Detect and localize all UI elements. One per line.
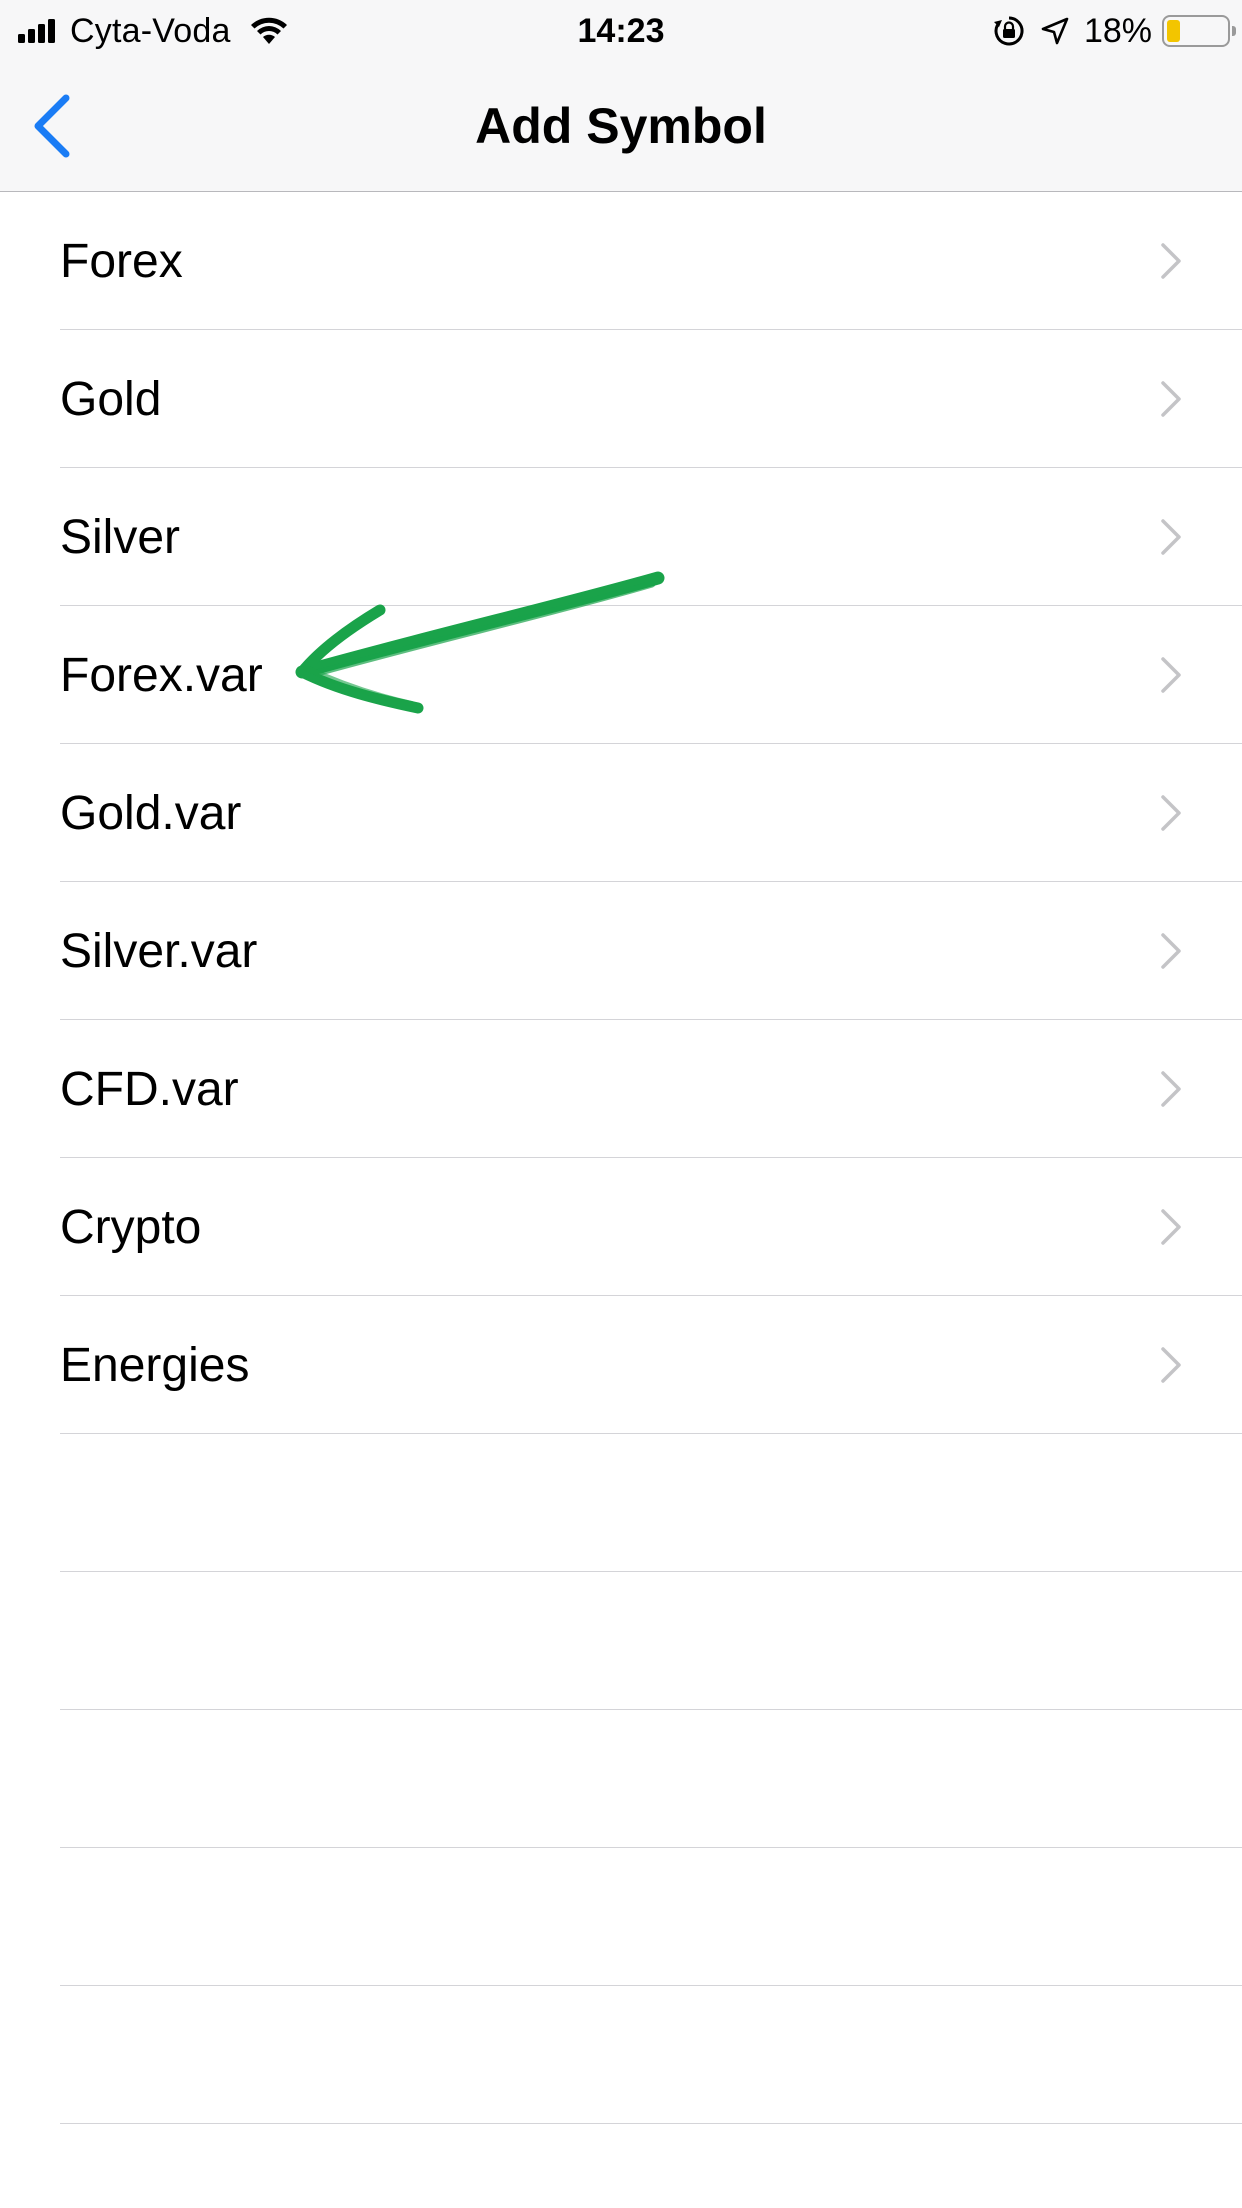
list-item-forex-var[interactable]: Forex.var [0, 606, 1242, 744]
screen: Cyta-Voda 14:23 18% Add Symbol Forex Gol… [0, 0, 1242, 2208]
location-arrow-icon [1041, 17, 1069, 45]
chevron-right-icon [1161, 933, 1181, 969]
list-item-label: Gold [60, 372, 162, 426]
status-bar: Cyta-Voda 14:23 18% [0, 0, 1242, 62]
chevron-right-icon [1161, 1209, 1181, 1245]
battery-percent: 18% [1083, 11, 1152, 50]
row-separator [60, 2122, 1242, 2124]
chevron-right-icon [1161, 1347, 1181, 1383]
list-item-label: Forex.var [60, 648, 263, 702]
symbol-group-list: Forex Gold Silver Forex.var Gold.var Sil… [0, 192, 1242, 2124]
chevron-right-icon [1161, 657, 1181, 693]
status-right: 18% [992, 0, 1236, 62]
empty-row [0, 1710, 1242, 1848]
list-item-label: Silver [60, 510, 181, 564]
battery-cap [1232, 26, 1236, 36]
empty-row [0, 1986, 1242, 2124]
list-item-silver-var[interactable]: Silver.var [0, 882, 1242, 1020]
empty-row [0, 1434, 1242, 1572]
list-item-label: CFD.var [60, 1062, 239, 1116]
battery-fill [1167, 20, 1180, 42]
chevron-right-icon [1161, 381, 1181, 417]
chevron-right-icon [1161, 243, 1181, 279]
empty-row [0, 1572, 1242, 1710]
list-item-gold[interactable]: Gold [0, 330, 1242, 468]
list-item-silver[interactable]: Silver [0, 468, 1242, 606]
list-item-forex[interactable]: Forex [0, 192, 1242, 330]
list-item-energies[interactable]: Energies [0, 1296, 1242, 1434]
orientation-lock-icon [993, 16, 1024, 46]
list-item-label: Forex [60, 234, 183, 288]
battery-icon [1162, 15, 1236, 47]
list-item-label: Silver.var [60, 924, 258, 978]
chevron-right-icon [1161, 795, 1181, 831]
page-title: Add Symbol [475, 98, 767, 154]
list-item-cfd-var[interactable]: CFD.var [0, 1020, 1242, 1158]
empty-row [0, 1848, 1242, 1986]
list-item-label: Gold.var [60, 786, 242, 840]
list-item-label: Crypto [60, 1200, 202, 1254]
chevron-right-icon [1161, 519, 1181, 555]
list-item-crypto[interactable]: Crypto [0, 1158, 1242, 1296]
list-item-gold-var[interactable]: Gold.var [0, 744, 1242, 882]
list-item-label: Energies [60, 1338, 250, 1392]
chevron-right-icon [1161, 1071, 1181, 1107]
navigation-bar: Add Symbol [0, 62, 1242, 192]
